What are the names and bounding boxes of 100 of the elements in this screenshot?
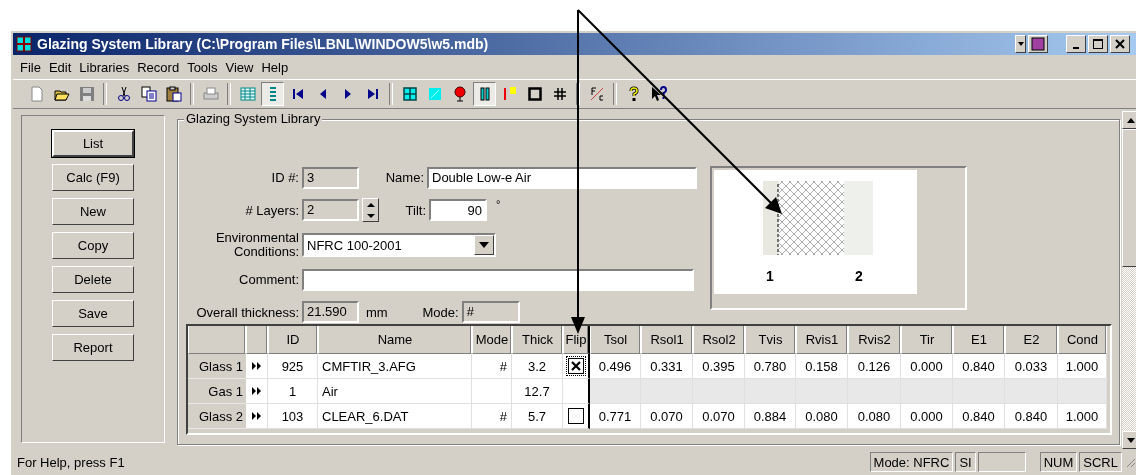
id-field: 3	[302, 166, 359, 189]
side-button[interactable]: New	[52, 198, 134, 225]
up-caret-icon	[1126, 117, 1135, 123]
minimize-button[interactable]	[1066, 35, 1086, 53]
scroll-thumb[interactable]	[1122, 129, 1136, 267]
table-cell: 925	[268, 354, 318, 379]
table-cell: 0.070	[693, 404, 745, 429]
field-label: Mode:	[421, 304, 459, 320]
column-header[interactable]: Flip	[563, 326, 590, 354]
table-cell: 12.7	[512, 379, 563, 404]
menu-item[interactable]: File	[18, 59, 47, 75]
field-label: Overall thickness:	[195, 304, 299, 320]
table-cell: 0.158	[796, 354, 848, 379]
vertical-scrollbar[interactable]	[1122, 111, 1136, 449]
menu-item[interactable]: View	[223, 59, 260, 75]
column-header[interactable]: Tsol	[590, 326, 641, 354]
side-button[interactable]: Copy	[52, 232, 134, 259]
column-header[interactable]: Tvis	[745, 326, 796, 354]
table-cell: 0.331	[641, 354, 693, 379]
unit-label: mm	[366, 304, 388, 320]
table-cell: 0.884	[745, 404, 796, 429]
table-cell: 0.000	[901, 354, 953, 379]
down-caret-icon	[1126, 437, 1135, 443]
balloon-icon	[451, 86, 468, 102]
conditions-dropdown[interactable]: NFRC 100-2001	[302, 233, 496, 258]
column-header[interactable]: Tir	[901, 326, 953, 354]
table-cell: CMFTIR_3.AFG	[318, 354, 472, 379]
field-label: ID #:	[270, 170, 299, 186]
status-pane: NUM	[1039, 452, 1078, 472]
thermometer-icon	[501, 86, 518, 102]
flip-checkbox[interactable]	[567, 408, 584, 424]
maximize-button[interactable]	[1088, 35, 1108, 53]
table-cell: 0.126	[848, 354, 901, 379]
close-button[interactable]	[1110, 35, 1130, 53]
column-header[interactable]: Mode	[472, 326, 512, 354]
column-header[interactable]: Rvis2	[848, 326, 901, 354]
dropdown-button[interactable]	[1015, 35, 1026, 53]
scissors-icon	[115, 86, 132, 102]
table-cell: 0.840	[1005, 404, 1058, 429]
menu-item[interactable]: Help	[259, 59, 295, 75]
column-header[interactable]: Thick	[512, 326, 563, 354]
window-title: Glazing System Library (C:\Program Files\LBNL\WINDOW5\w5.mdb)	[37, 36, 489, 52]
comment-field[interactable]	[302, 269, 694, 291]
printer-icon	[202, 86, 219, 102]
window-icon	[401, 86, 418, 102]
app-menu-button[interactable]	[1028, 35, 1048, 53]
table-cell: 0.840	[953, 354, 1005, 379]
column-header[interactable]: Cond	[1058, 326, 1107, 354]
side-button[interactable]: List	[52, 130, 134, 157]
glazing-layers-drawing: 1 2	[714, 170, 917, 294]
side-button[interactable]: Report	[52, 334, 134, 361]
table-cell: Air	[318, 379, 472, 404]
menu-item[interactable]: Record	[135, 59, 186, 75]
table-cell: #	[472, 404, 512, 429]
table-cell: 5.7	[512, 404, 563, 429]
table-cell: 1.000	[1058, 354, 1107, 379]
clipboard-icon	[165, 86, 182, 102]
side-button[interactable]: Calc (F9)	[52, 164, 134, 191]
layers-field: 2	[302, 199, 359, 222]
down-caret-icon	[366, 212, 375, 219]
table-cell: 0.080	[796, 404, 848, 429]
table-icon	[239, 86, 256, 102]
field-label: Environmental Conditions:	[214, 231, 299, 260]
column-header[interactable]: Rvis1	[796, 326, 848, 354]
document-icon	[28, 86, 45, 102]
column-header[interactable]: Rsol1	[641, 326, 693, 354]
menu-item[interactable]: Tools	[185, 59, 224, 75]
context-help-icon	[650, 86, 667, 102]
field-label: Comment:	[238, 272, 299, 288]
table-cell: 0.395	[693, 354, 745, 379]
name-field[interactable]: Double Low-e Air	[427, 166, 697, 189]
table-cell: 0.771	[590, 404, 641, 429]
status-pane: Mode: NFRC	[869, 452, 954, 472]
side-button[interactable]: Delete	[52, 266, 134, 293]
thickness-field: 21.590	[302, 301, 359, 324]
flip-checkbox[interactable]	[567, 358, 584, 374]
table-cell: 1	[268, 379, 318, 404]
column-header[interactable]	[188, 326, 246, 354]
minimize-icon	[1073, 46, 1079, 49]
column-header[interactable]: E2	[1005, 326, 1058, 354]
spinner[interactable]	[362, 198, 379, 223]
tilt-field[interactable]: 90	[429, 199, 487, 222]
field-label: Tilt:	[404, 202, 426, 218]
caret-icon	[479, 242, 489, 249]
column-header[interactable]: Rsol2	[693, 326, 745, 354]
side-button[interactable]: Save	[52, 300, 134, 327]
field-label: Name:	[384, 170, 424, 186]
status-pane: SI	[955, 452, 976, 472]
column-header[interactable]: Name	[318, 326, 472, 354]
menu-item[interactable]: Libraries	[77, 59, 136, 75]
frame-icon	[526, 86, 543, 102]
column-header[interactable]: E1	[953, 326, 1005, 354]
menu-item[interactable]: Edit	[46, 59, 78, 75]
column-header[interactable]	[246, 326, 268, 354]
column-header[interactable]: ID	[268, 326, 318, 354]
up-caret-icon	[366, 201, 375, 208]
table-cell: 0.000	[901, 404, 953, 429]
double-arrow-icon	[251, 412, 262, 420]
group-title: Glazing System Library	[184, 111, 323, 126]
toolbar-button[interactable]	[473, 82, 496, 106]
